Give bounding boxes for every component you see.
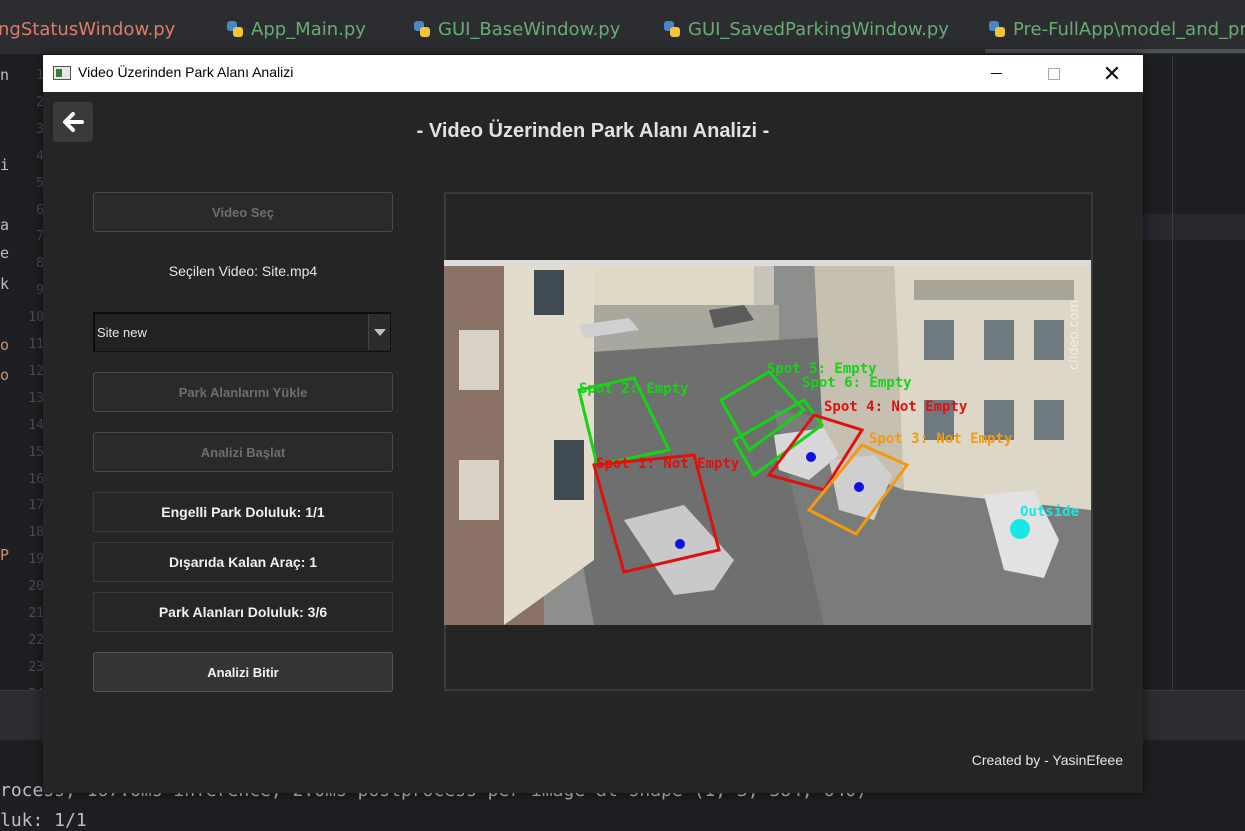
line-number: 22 [28,632,44,648]
start-analysis-button[interactable]: Analizi Başlat [93,432,393,472]
line-number: 17 [28,498,44,514]
code-fragment: n [0,66,10,84]
line-number: 14 [28,417,44,433]
line-number: 6 [36,202,44,218]
code-fragment: i [0,156,10,174]
console-line: luk: 1/1 [0,810,87,831]
spot-3-label: Spot 3: Not Empty [869,431,1013,447]
code-fragment: P [0,546,10,564]
line-number: 20 [28,579,44,595]
load-parking-spots-button[interactable]: Park Alanlarını Yükle [93,372,393,412]
spot-6-label: Spot 6: Empty [802,375,912,391]
parking-occupancy-status: Park Alanları Doluluk: 3/6 [93,592,393,632]
parking-layout-value: Site new [97,325,147,340]
line-number: 21 [28,606,44,621]
python-file-icon [989,21,1005,37]
close-button[interactable]: ✕ [1083,55,1141,92]
close-icon: ✕ [1102,60,1122,86]
code-fragment: o [0,366,10,384]
minimize-button[interactable] [967,55,1025,92]
tab-gui-saved-parking-window[interactable]: GUI_SavedParkingWindow.py [664,14,949,44]
line-number: 10 [28,310,44,326]
line-number: 19 [28,552,44,568]
tab-gui-base-window[interactable]: GUI_BaseWindow.py [414,14,620,44]
line-number: 3 [36,121,44,137]
window-titlebar[interactable]: Video Üzerinden Park Alanı Analizi ✕ [43,55,1143,92]
line-number: 23 [28,659,44,675]
line-number: 1 [36,68,44,83]
maximize-button[interactable] [1025,55,1083,92]
tab-pre-full-app[interactable]: Pre-FullApp\model_and_prec [989,14,1245,44]
spot-2-label: Spot 2: Empty [579,381,689,397]
line-number: 2 [36,94,44,110]
watermark: clideo.com [1067,300,1082,370]
credit-text: Created by - YasinEfeee [971,752,1123,768]
line-number: 12 [28,363,44,379]
line-number: 8 [36,256,44,272]
parking-layout-select[interactable]: Site new [93,312,391,352]
app-window-icon [53,66,71,80]
chevron-down-icon[interactable] [368,314,390,350]
select-video-button[interactable]: Video Seç [93,192,393,232]
python-file-icon [227,21,243,37]
selected-video-label: Seçilen Video: Site.mp4 [168,263,318,279]
line-number: 16 [28,471,44,487]
right-margin-guide [1172,55,1173,690]
line-number: 7 [36,229,44,245]
window-title: Video Üzerinden Park Alanı Analizi [78,64,294,80]
code-fragment: k [0,275,10,293]
line-number: 4 [36,148,44,164]
editor-tab-bar: ngStatusWindow.py App_Main.py GUI_BaseWi… [0,0,1245,55]
video-preview: Spot 1: Not Empty Spot 2: Empty Spot 3: … [444,260,1091,625]
code-fragment: a [0,216,10,234]
spot-4-label: Spot 4: Not Empty [824,399,968,415]
disabled-parking-status: Engelli Park Doluluk: 1/1 [93,492,393,532]
active-tab-indicator [985,49,1245,53]
analysis-window: Video Üzerinden Park Alanı Analizi ✕ - V… [43,55,1143,793]
python-file-icon [414,21,430,37]
python-file-icon [664,21,680,37]
finish-analysis-button[interactable]: Analizi Bitir [93,652,393,692]
line-number: 15 [28,444,44,460]
code-fragment: e [0,244,10,262]
line-number: 9 [36,283,44,299]
line-number: 18 [28,525,44,541]
outside-vehicles-status: Dışarıda Kalan Araç: 1 [93,542,393,582]
page-title: - Video Üzerinden Park Alanı Analizi - [416,120,770,142]
line-number: 11 [28,337,44,352]
tab-status-window[interactable]: ngStatusWindow.py [0,14,175,44]
line-number: 13 [28,390,44,406]
tab-app-main[interactable]: App_Main.py [227,14,366,44]
outside-label: Outside [1020,504,1079,520]
line-number: 5 [36,175,44,191]
code-fragment: o [0,336,10,354]
spot-1-label: Spot 1: Not Empty [596,456,740,472]
